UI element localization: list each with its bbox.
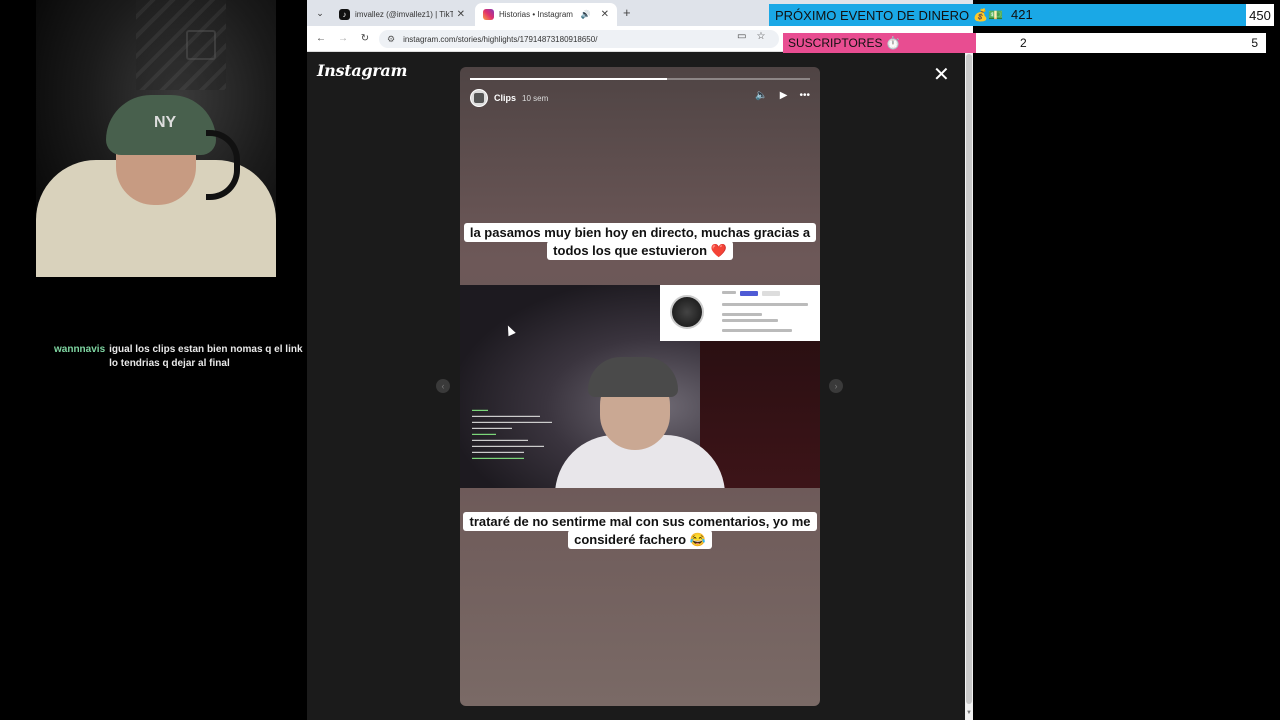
- story-caption-top: la pasamos muy bien hoy en directo, much…: [460, 223, 820, 260]
- url-text[interactable]: instagram.com/stories/highlights/1791487…: [403, 35, 597, 44]
- avatar[interactable]: [470, 89, 488, 107]
- story-username[interactable]: Clips: [494, 93, 516, 103]
- more-options-icon[interactable]: •••: [799, 90, 810, 101]
- profile-screenshot: [660, 285, 820, 341]
- close-tab-icon[interactable]: ✕: [457, 9, 465, 20]
- site-info-icon[interactable]: ⚙: [387, 34, 395, 45]
- money-event-count: 421: [1011, 7, 1033, 22]
- profile-line: [722, 319, 778, 322]
- story-progress-fill: [470, 78, 668, 80]
- url-field[interactable]: ⚙ instagram.com/stories/highlights/17914…: [379, 30, 779, 48]
- reload-button[interactable]: ↻: [357, 31, 373, 47]
- money-event-label: PRÓXIMO EVENTO DE DINERO: [775, 7, 970, 23]
- address-actions: ▭ ☆: [737, 31, 765, 42]
- next-story-button[interactable]: ›: [829, 379, 843, 393]
- webcam-feed: NY: [36, 0, 276, 277]
- close-icon[interactable]: ✕: [933, 65, 950, 85]
- close-tab-icon[interactable]: ✕: [601, 9, 609, 20]
- tab-title: Historias • Instagram: [499, 10, 573, 19]
- clip-streamer-cap: [588, 357, 678, 397]
- caption-text: la pasamos muy bien hoy en directo, much…: [463, 223, 817, 260]
- money-bag-icon: 💰💵: [973, 8, 1003, 22]
- scroll-down-arrow-icon[interactable]: ▼: [965, 710, 973, 716]
- tab-tiktok[interactable]: ♪ imvallez (@imvallez1) | TikTok ✕: [331, 3, 473, 26]
- profile-line: [722, 313, 762, 316]
- subscribers-count: 2: [1020, 36, 1027, 50]
- subscribers-progress-bar: 2 5: [976, 33, 1266, 53]
- speaker-icon[interactable]: 🔊: [581, 10, 591, 19]
- profile-message-button: [762, 291, 780, 296]
- forward-button[interactable]: →: [335, 31, 351, 47]
- chat-username: wannnavis: [54, 344, 106, 355]
- chat-text: igual los clips estan bien nomas q el li…: [109, 344, 303, 369]
- profile-avatar: [670, 295, 704, 329]
- instagram-logo[interactable]: Instagram: [317, 61, 407, 80]
- money-event-bar: PRÓXIMO EVENTO DE DINERO 💰💵 421: [769, 4, 1246, 26]
- caption-text: trataré de no sentirme mal con sus comen…: [463, 512, 817, 549]
- cast-icon[interactable]: ▭: [737, 31, 746, 42]
- subscribers-goal: 5: [1251, 36, 1258, 50]
- chat-overlay: wannnavis igual los clips estan bien nom…: [54, 343, 304, 371]
- story-header: Clips 10 sem 🔈 ▶ •••: [470, 88, 810, 108]
- clip-background-right: [700, 340, 820, 488]
- new-tab-button[interactable]: +: [623, 5, 631, 20]
- stream-clip-image: ▬▬▬▬ ▬▬▬▬▬▬▬▬▬▬▬▬▬▬▬▬▬ ▬▬▬▬▬▬▬▬▬▬▬▬▬▬▬▬▬…: [460, 285, 820, 488]
- story-card[interactable]: Clips 10 sem 🔈 ▶ ••• la pasamos muy bien…: [460, 67, 820, 706]
- profile-line: [722, 329, 792, 332]
- profile-follow-button: [740, 291, 758, 296]
- previous-story-button[interactable]: ‹: [436, 379, 450, 393]
- stream-scene: NY wannnavis igual los clips estan bien …: [0, 0, 1280, 720]
- subscribers-label-bar: SUSCRIPTORES ⏱️: [783, 33, 976, 53]
- page-scrollbar[interactable]: ▼: [965, 52, 973, 720]
- story-timestamp: 10 sem: [522, 93, 549, 103]
- story-progress: [470, 78, 810, 80]
- tab-title: imvallez (@imvallez1) | TikTok: [355, 10, 453, 19]
- volume-icon[interactable]: 🔈: [755, 90, 767, 101]
- subscribers-label: SUSCRIPTORES ⏱️: [788, 36, 901, 50]
- back-button[interactable]: ←: [313, 31, 329, 47]
- profile-line: [722, 303, 808, 306]
- bookmark-star-icon[interactable]: ☆: [756, 31, 765, 42]
- chevron-down-icon[interactable]: ⌄: [313, 6, 327, 20]
- clip-chat-line: ▬▬▬▬▬▬▬▬▬▬▬▬▬: [472, 455, 524, 460]
- chat-message: wannnavis igual los clips estan bien nom…: [54, 343, 304, 371]
- cap-logo: NY: [154, 114, 177, 131]
- money-event-goal: 450: [1246, 4, 1274, 26]
- play-icon[interactable]: ▶: [780, 90, 788, 101]
- profile-line: [722, 291, 736, 294]
- background-crest: [186, 30, 216, 60]
- story-controls: 🔈 ▶ •••: [755, 90, 810, 101]
- tiktok-icon: ♪: [339, 9, 350, 20]
- tab-instagram[interactable]: Historias • Instagram 🔊 ✕: [475, 3, 617, 26]
- browser-window: ⌄ ♪ imvallez (@imvallez1) | TikTok ✕ His…: [307, 0, 973, 720]
- clip-chat-overlay: ▬▬▬▬ ▬▬▬▬▬▬▬▬▬▬▬▬▬▬▬▬▬ ▬▬▬▬▬▬▬▬▬▬▬▬▬▬▬▬▬…: [472, 407, 582, 461]
- scrollbar-thumb[interactable]: [966, 54, 972, 704]
- story-caption-bottom: trataré de no sentirme mal con sus comen…: [460, 512, 820, 549]
- instagram-page: Instagram ✕ ‹ › Clips 10 sem 🔈 ▶ ••• la …: [307, 52, 965, 720]
- instagram-icon: [483, 9, 494, 20]
